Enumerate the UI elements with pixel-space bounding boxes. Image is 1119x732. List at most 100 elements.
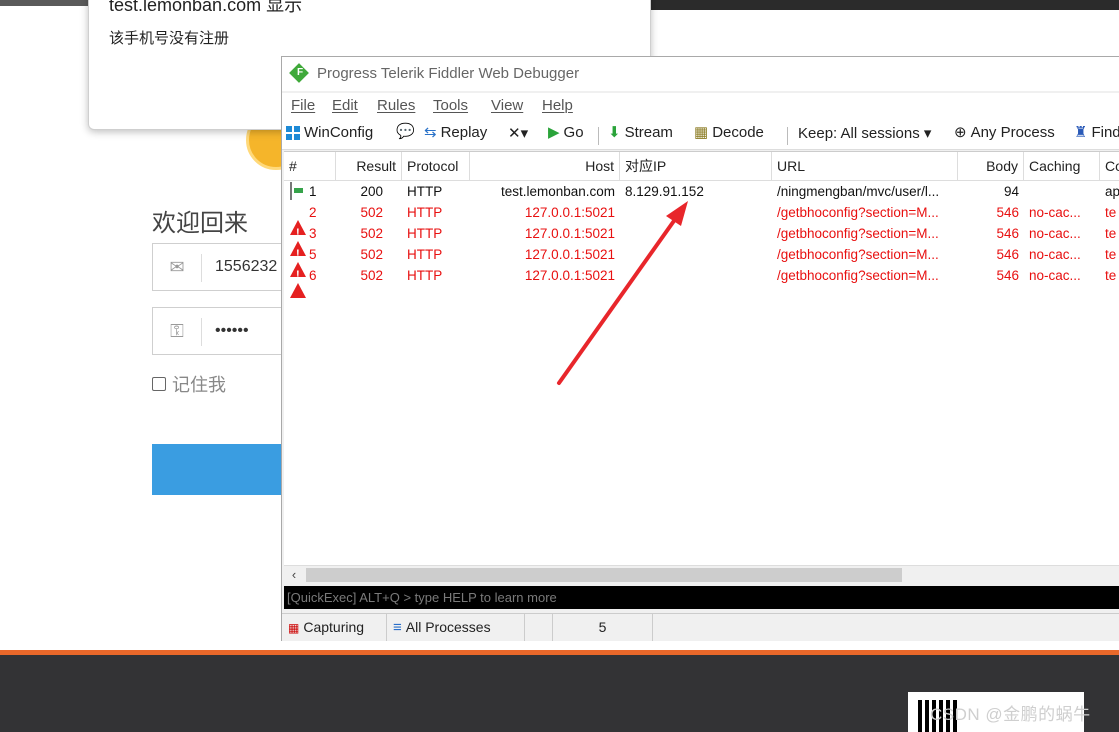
menu-rules[interactable]: Rules <box>377 97 415 114</box>
find-label: Find <box>1091 124 1119 141</box>
alert-title: test.lemonban.com 显示 <box>109 0 303 15</box>
toolbar-separator <box>787 127 788 145</box>
capturing-toggle[interactable]: ▦ Capturing <box>282 614 387 641</box>
window-title: Progress Telerik Fiddler Web Debugger <box>317 65 580 82</box>
cell-host: 127.0.0.1:5021 <box>524 268 615 283</box>
mail-icon: ✉ <box>169 257 185 277</box>
process-filter-label: All Processes <box>405 619 491 635</box>
cell-number: 3 <box>309 226 317 241</box>
field-divider <box>201 254 202 282</box>
session-count: 5 <box>553 614 653 641</box>
col-header-ip[interactable]: 对应IP <box>620 152 772 180</box>
col-header-protocol[interactable]: Protocol <box>402 152 470 180</box>
cell-host: 127.0.0.1:5021 <box>524 247 615 262</box>
windows-icon <box>286 125 300 140</box>
menu-view[interactable]: View <box>491 97 523 114</box>
process-filter[interactable]: ≡ All Processes <box>387 614 525 641</box>
col-header-content-type[interactable]: Co <box>1100 152 1119 180</box>
cell-number: 1 <box>309 184 317 199</box>
filter-icon: ≡ <box>393 618 402 636</box>
page-banner-strip-left <box>0 0 90 6</box>
remember-me[interactable]: 记住我 <box>152 371 226 397</box>
col-header-number[interactable]: # <box>284 152 336 180</box>
session-row[interactable]: 3 502 HTTP 127.0.0.1:5021/getbhoconfig?sect… <box>284 223 1119 256</box>
go-button[interactable]: ▶ Go <box>548 124 584 141</box>
cell-body: 546 <box>996 268 1019 283</box>
cell-content-type: te <box>1105 226 1117 241</box>
cell-body: 546 <box>996 247 1019 262</box>
cell-content-type: te <box>1105 205 1117 220</box>
cell-result: 502 <box>360 226 383 241</box>
binoculars-icon: ♜ <box>1074 123 1088 141</box>
scrollbar-thumb[interactable] <box>306 568 902 582</box>
key-icon: ⚿ <box>170 321 184 341</box>
cell-result: 502 <box>360 268 383 283</box>
remember-label: 记住我 <box>172 375 226 395</box>
any-process-button[interactable]: ⊕ Any Process <box>954 124 1055 141</box>
comment-button[interactable]: 💬 <box>396 124 415 140</box>
phone-input-value[interactable]: 1556232 <box>215 258 277 276</box>
session-row[interactable]: 5 502 HTTP 127.0.0.1:5021/getbhoconfig?sect… <box>284 244 1119 277</box>
play-icon: ▶ <box>548 123 560 141</box>
session-row[interactable]: 2 502 HTTP 127.0.0.1:5021/getbhoconfig?sect… <box>284 202 1119 235</box>
cell-result: 502 <box>360 205 383 220</box>
sessions-grid[interactable]: # Result Protocol Host 对应IP URL Body Cac… <box>284 151 1119 566</box>
remove-sessions-button[interactable]: ✕▾ <box>508 124 528 142</box>
stream-button[interactable]: ⬇ Stream <box>608 124 673 141</box>
quickexec-input[interactable]: [QuickExec] ALT+Q > type HELP to learn m… <box>284 586 1119 609</box>
menu-help[interactable]: Help <box>542 97 573 114</box>
cell-ip <box>620 223 772 244</box>
toolbar: WinConfig 💬 ⇆ Replay ✕▾ ▶ Go ⬇ Stream ▦ … <box>282 119 1119 150</box>
horizontal-scrollbar[interactable]: ‹ <box>284 565 1119 584</box>
go-label: Go <box>563 124 584 141</box>
status-bar: ▦ Capturing ≡ All Processes 5 <box>282 613 1119 641</box>
remember-checkbox[interactable] <box>152 377 166 391</box>
password-input-value[interactable]: •••••• <box>215 322 249 340</box>
field-divider <box>201 318 202 346</box>
cell-body: 546 <box>996 226 1019 241</box>
capturing-label: Capturing <box>303 619 365 635</box>
menu-edit[interactable]: Edit <box>332 97 358 114</box>
col-header-result[interactable]: Result <box>336 152 402 180</box>
cell-url: /getbhoconfig?section=M... <box>777 226 939 241</box>
cell-body: 94 <box>1003 184 1019 199</box>
replay-icon: ⇆ <box>424 123 437 141</box>
menu-tools[interactable]: Tools <box>433 97 468 114</box>
col-header-host[interactable]: Host <box>470 152 620 180</box>
decode-button[interactable]: ▦ Decode <box>694 124 764 141</box>
fiddler-window: F Progress Telerik Fiddler Web Debugger … <box>281 56 1119 641</box>
col-header-caching[interactable]: Caching <box>1024 152 1100 180</box>
remove-label: ✕▾ <box>508 125 529 142</box>
menu-file[interactable]: File <box>291 97 315 114</box>
cell-host: 127.0.0.1:5021 <box>524 205 615 220</box>
cell-ip <box>620 265 772 286</box>
decode-grid-icon: ▦ <box>694 123 709 141</box>
speech-bubble-icon: 💬 <box>396 123 415 140</box>
col-header-body[interactable]: Body <box>958 152 1024 180</box>
session-row[interactable]: 6 502 HTTP 127.0.0.1:5021/getbhoconfig?sect… <box>284 265 1119 298</box>
cell-url: /getbhoconfig?section=M... <box>777 205 939 220</box>
decode-label: Decode <box>712 124 764 141</box>
session-row[interactable]: 1 200 HTTP test.lemonban.com 8.129.91.152/ni… <box>284 181 1119 202</box>
fiddler-titlebar[interactable]: F Progress Telerik Fiddler Web Debugger <box>282 57 1119 91</box>
keep-sessions-dropdown[interactable]: Keep: All sessions ▾ <box>798 124 931 142</box>
menu-bar: File Edit Rules Tools View Help <box>282 93 1119 119</box>
scroll-left-arrow-icon[interactable]: ‹ <box>286 567 302 583</box>
cell-url: /ningmengban/mvc/user/l... <box>777 184 940 199</box>
winconfig-button[interactable]: WinConfig <box>286 124 373 141</box>
replay-button[interactable]: ⇆ Replay <box>424 124 487 141</box>
cell-number: 6 <box>309 268 317 283</box>
login-button[interactable] <box>152 444 292 495</box>
cell-protocol: HTTP <box>407 268 443 283</box>
cell-number: 5 <box>309 247 317 262</box>
cell-protocol: HTTP <box>407 226 443 241</box>
watermark: CSDN @金鹏的蜗牛 <box>930 705 1091 724</box>
sessions-grid-header: # Result Protocol Host 对应IP URL Body Cac… <box>284 152 1119 181</box>
cell-number: 2 <box>309 205 317 220</box>
stream-label: Stream <box>624 124 673 141</box>
page-banner-strip <box>650 0 1119 10</box>
cell-caching: no-cac... <box>1029 226 1081 241</box>
col-header-url[interactable]: URL <box>772 152 958 180</box>
cell-url: /getbhoconfig?section=M... <box>777 247 939 262</box>
find-button[interactable]: ♜ Find <box>1074 124 1119 141</box>
